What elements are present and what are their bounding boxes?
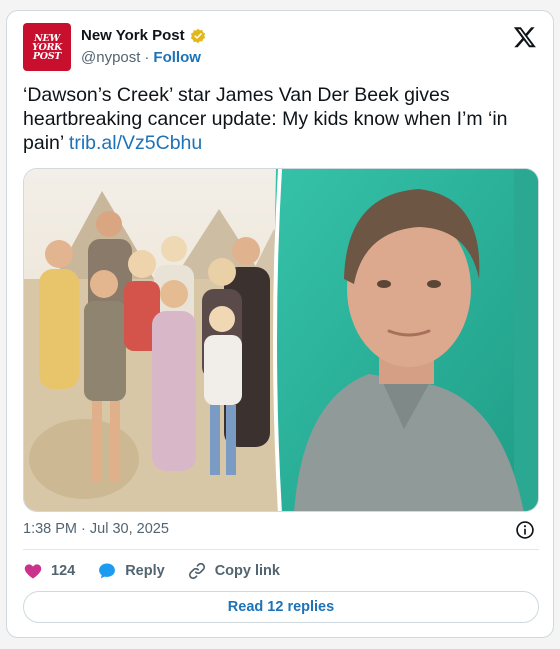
divider	[23, 549, 539, 550]
reply-label: Reply	[125, 563, 165, 579]
x-logo-icon[interactable]	[513, 25, 537, 49]
separator: ·	[144, 49, 150, 66]
tweet-text: ‘Dawson’s Creek’ star James Van Der Beek…	[23, 83, 523, 155]
portrait-image	[273, 169, 538, 511]
logo-line: POST	[32, 50, 62, 62]
copy-link-button[interactable]: Copy link	[187, 561, 280, 581]
author-handle-row: @nypost · Follow	[81, 49, 201, 66]
tweet-timestamp[interactable]: 1:38 PM · Jul 30, 2025	[23, 521, 169, 537]
action-bar: 124 Reply Copy link	[23, 560, 302, 582]
info-icon[interactable]	[515, 520, 535, 540]
like-button[interactable]: 124	[23, 561, 75, 581]
reply-button[interactable]: Reply	[97, 561, 165, 581]
tweet-card: NEW YORK POST New York Post @nypost · Fo…	[6, 10, 554, 638]
heart-icon	[24, 564, 42, 579]
tweet-link[interactable]: trib.al/Vz5Cbhu	[69, 132, 202, 154]
tweet-media[interactable]	[23, 168, 539, 512]
author-name[interactable]: New York Post	[81, 27, 185, 44]
read-replies-button[interactable]: Read 12 replies	[23, 591, 539, 623]
media-image	[24, 169, 538, 511]
follow-button[interactable]: Follow	[153, 49, 201, 66]
family-photo-image	[24, 169, 299, 511]
verified-badge-icon	[190, 28, 205, 43]
like-count: 124	[51, 563, 76, 579]
author-name-row: New York Post	[81, 27, 206, 44]
author-handle[interactable]: @nypost	[81, 49, 140, 66]
copy-link-label: Copy link	[214, 563, 280, 579]
avatar[interactable]: NEW YORK POST	[23, 23, 71, 71]
speech-bubble-icon	[99, 563, 116, 579]
link-icon	[188, 562, 205, 580]
